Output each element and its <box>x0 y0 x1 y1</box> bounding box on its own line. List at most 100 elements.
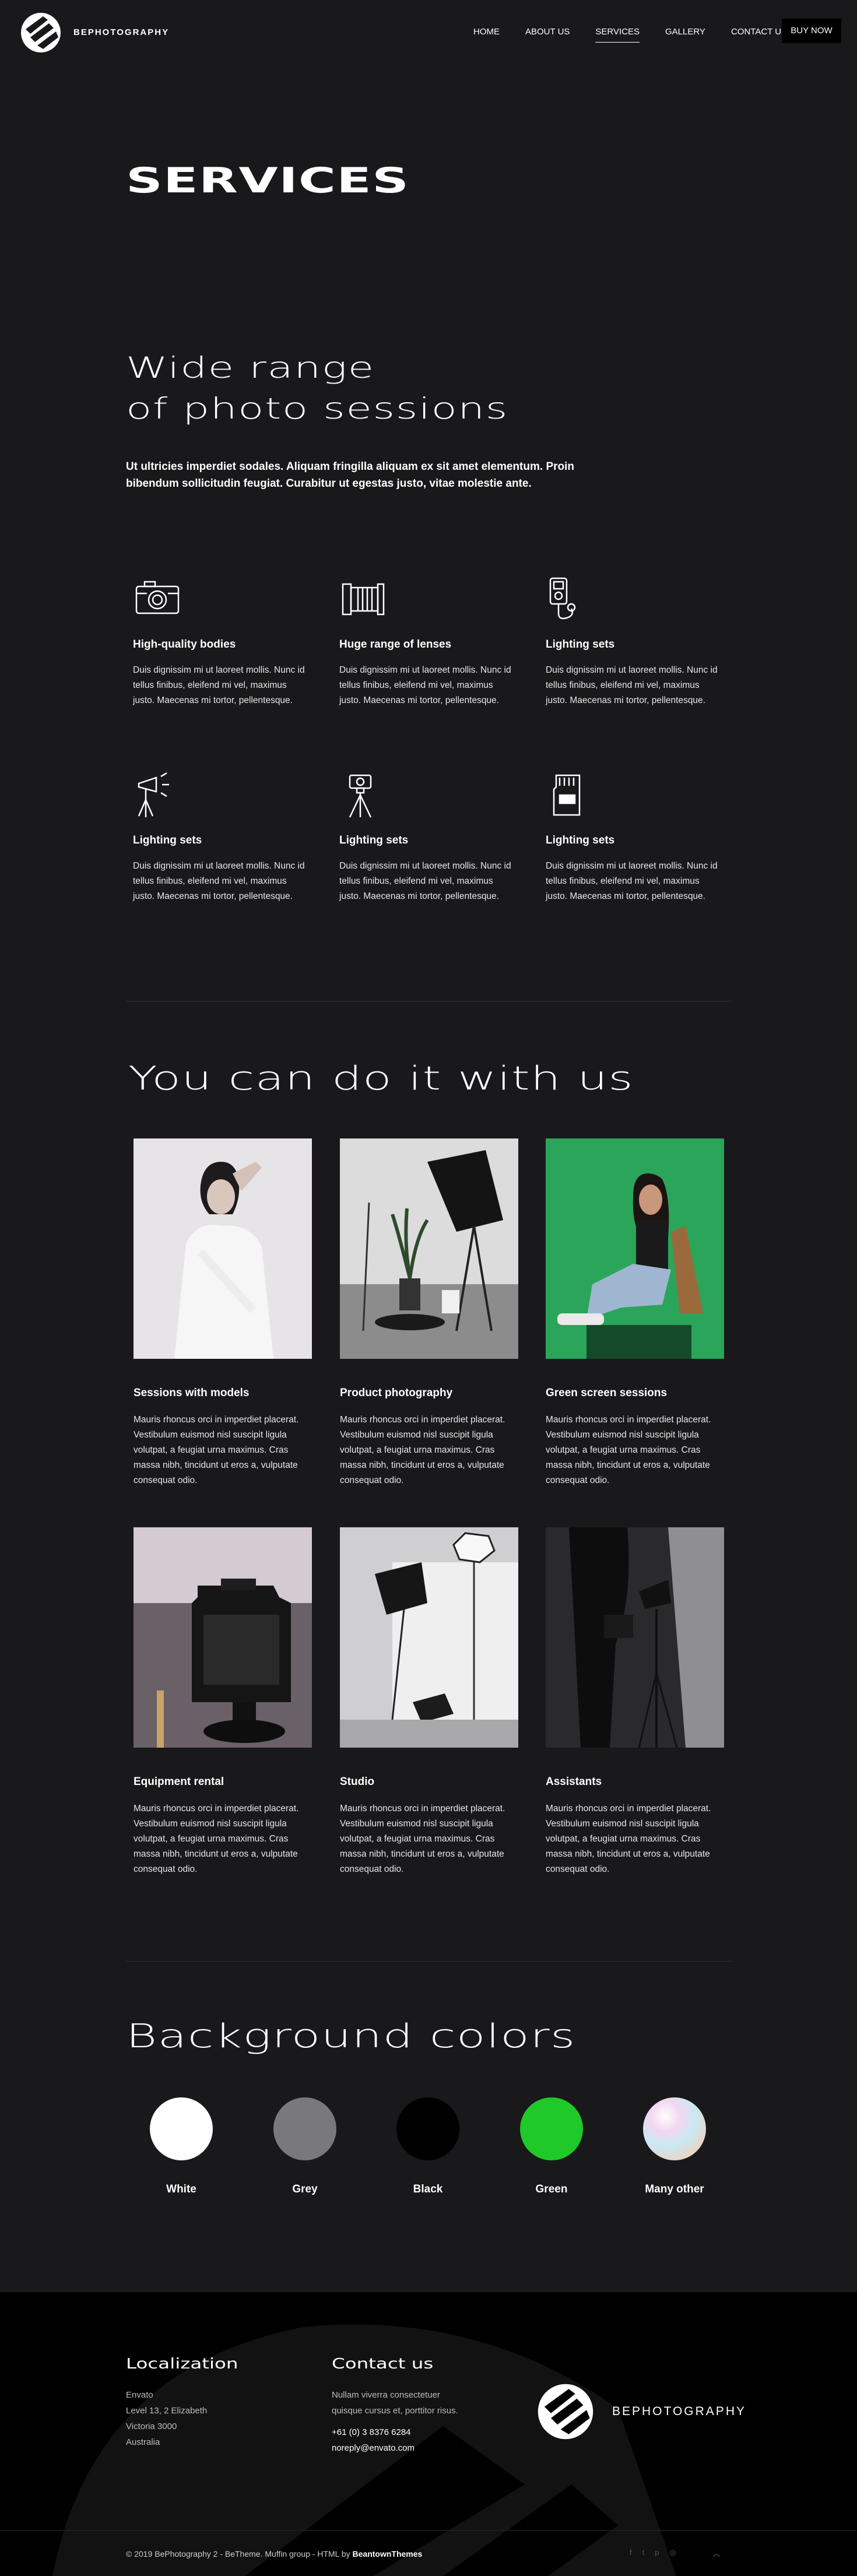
copyright-link[interactable]: BeantownThemes <box>353 2549 423 2559</box>
card-title: Sessions with models <box>134 1387 250 1399</box>
footer-brand-name: BEPHOTOGRAPHY <box>612 2405 746 2418</box>
copyright: © 2019 BePhotography 2 - BeTheme. Muffin… <box>126 2549 422 2559</box>
tripod-camera-icon <box>349 774 372 818</box>
twitter-icon[interactable]: t <box>642 2548 645 2557</box>
card-text: Mauris rhoncus orci in imperdiet placera… <box>546 1415 711 1485</box>
card-text: Mauris rhoncus orci in imperdiet placera… <box>546 1804 711 1874</box>
light-meter-icon <box>549 577 576 620</box>
lens-icon <box>342 583 385 616</box>
feature-title: Lighting sets <box>546 638 615 651</box>
feature-text: Duis dignissim mi ut laoreet mollis. Nun… <box>133 861 305 901</box>
card-title: Equipment rental <box>134 1776 224 1788</box>
feature-item: Lighting sets Duis dignissim mi ut laore… <box>133 772 308 904</box>
studio-photo <box>340 1527 518 1748</box>
card-title: Assistants <box>546 1776 602 1788</box>
nav-item-contact[interactable]: CONTACT US <box>731 27 787 43</box>
heading-line-2: of photo sessions <box>126 392 508 426</box>
footer-heading: Localization <box>126 2355 238 2372</box>
feature-title: High-quality bodies <box>133 638 236 651</box>
feature-text: Duis dignissim mi ut laoreet mollis. Nun… <box>546 861 718 901</box>
brand-logo-icon[interactable] <box>20 12 62 54</box>
facebook-icon[interactable]: f <box>630 2548 632 2557</box>
green-screen-photo <box>546 1138 724 1359</box>
feature-text: Duis dignissim mi ut laoreet mollis. Nun… <box>339 665 511 705</box>
color-circle <box>643 2097 706 2160</box>
feature-item: Lighting sets Duis dignissim mi ut laore… <box>546 772 721 904</box>
buy-now-button[interactable]: BUY NOW <box>782 19 841 43</box>
service-card[interactable]: Studio Mauris rhoncus orci in imperdiet … <box>340 1527 518 1877</box>
nav-item-about[interactable]: ABOUT US <box>525 27 570 43</box>
service-card[interactable]: Assistants Mauris rhoncus orci in imperd… <box>546 1527 724 1877</box>
card-text: Mauris rhoncus orci in imperdiet placera… <box>340 1804 505 1874</box>
assistants-photo <box>546 1527 724 1748</box>
section-heading: You can do it with us <box>128 1060 634 1098</box>
service-card[interactable]: Sessions with models Mauris rhoncus orci… <box>134 1138 312 1488</box>
footer-contact: Contact us Nullam viverra consectetuer q… <box>332 2355 458 2456</box>
social-links: f t p ◎ <box>630 2548 676 2557</box>
service-card[interactable]: Equipment rental Mauris rhoncus orci in … <box>134 1527 312 1877</box>
address: Envato Level 13, 2 Elizabeth Victoria 30… <box>126 2387 212 2450</box>
swatch-white: White <box>149 2097 213 2196</box>
feature-title: Huge range of lenses <box>339 638 452 651</box>
equipment-photo <box>134 1527 312 1748</box>
swatch-many: Many other <box>642 2097 707 2196</box>
service-card[interactable]: Green screen sessions Mauris rhoncus orc… <box>546 1138 724 1488</box>
card-text: Mauris rhoncus orci in imperdiet placera… <box>340 1415 505 1485</box>
feature-item: Lighting sets Duis dignissim mi ut laore… <box>546 576 721 708</box>
section-heading: Background colors <box>126 2018 576 2055</box>
card-title: Green screen sessions <box>546 1387 668 1399</box>
address-line: Envato <box>126 2390 153 2400</box>
feature-text: Duis dignissim mi ut laoreet mollis. Nun… <box>546 665 718 705</box>
contact-line: quisque cursus et, porttitor risus. <box>332 2406 458 2416</box>
feature-item: Huge range of lenses Duis dignissim mi u… <box>339 576 514 708</box>
brand-name[interactable]: BEPHOTOGRAPHY <box>73 27 169 37</box>
card-title: Studio <box>340 1776 375 1788</box>
swatch-label: Many other <box>645 2183 704 2195</box>
contact-line: Nullam viverra consectetuer <box>332 2390 440 2400</box>
footer-heading: Contact us <box>332 2355 434 2372</box>
swatch-label: Green <box>535 2183 568 2195</box>
address-line: Australia <box>126 2437 160 2447</box>
feature-title: Lighting sets <box>133 834 202 846</box>
section-divider <box>126 1961 732 1962</box>
section-heading: Wide range of photo sessions <box>126 347 508 429</box>
contact-text: Nullam viverra consectetuer quisque curs… <box>332 2387 458 2419</box>
swatch-label: White <box>166 2183 196 2195</box>
swatch-label: Black <box>413 2183 443 2195</box>
swatch-label: Grey <box>292 2183 318 2195</box>
swatch-black: Black <box>396 2097 460 2196</box>
service-card[interactable]: Product photography Mauris rhoncus orci … <box>340 1138 518 1488</box>
nav-item-home[interactable]: HOME <box>473 27 500 43</box>
feature-item: Lighting sets Duis dignissim mi ut laore… <box>339 772 514 904</box>
nav-item-services[interactable]: SERVICES <box>595 27 640 43</box>
swatch-green: Green <box>519 2097 584 2196</box>
heading-line-1: Wide range <box>126 351 375 385</box>
page-title: SERVICES <box>126 160 410 201</box>
color-circle <box>520 2097 583 2160</box>
feature-item: High-quality bodies Duis dignissim mi ut… <box>133 576 308 708</box>
studio-light-icon <box>138 772 169 817</box>
feature-text: Duis dignissim mi ut laoreet mollis. Nun… <box>339 861 511 901</box>
copyright-text: © 2019 BePhotography 2 - BeTheme. Muffin… <box>126 2549 350 2559</box>
model-photo <box>134 1138 312 1359</box>
card-title: Product photography <box>340 1387 453 1399</box>
nav-item-gallery[interactable]: GALLERY <box>665 27 705 43</box>
feature-title: Lighting sets <box>339 834 409 846</box>
site-footer: Localization Envato Level 13, 2 Elizabet… <box>0 2292 857 2576</box>
feature-title: Lighting sets <box>546 834 615 846</box>
color-circle <box>150 2097 213 2160</box>
pinterest-icon[interactable]: p <box>655 2548 659 2557</box>
card-text: Mauris rhoncus orci in imperdiet placera… <box>134 1804 299 1874</box>
address-line: Level 13, 2 Elizabeth <box>126 2406 208 2416</box>
site-header: BEPHOTOGRAPHY HOME ABOUT US SERVICES GAL… <box>0 0 857 63</box>
back-to-top-icon[interactable]: ︿ <box>712 2547 721 2559</box>
color-circle <box>396 2097 459 2160</box>
product-photo <box>340 1138 518 1359</box>
main-nav: HOME ABOUT US SERVICES GALLERY CONTACT U… <box>473 27 813 43</box>
instagram-icon[interactable]: ◎ <box>669 2548 676 2557</box>
email-link[interactable]: noreply@envato.com <box>332 2440 458 2456</box>
camera-icon <box>135 581 180 614</box>
phone-number[interactable]: +61 (0) 3 8376 6284 <box>332 2424 458 2440</box>
footer-logo-icon[interactable] <box>536 2382 595 2441</box>
memory-card-icon <box>553 774 581 816</box>
